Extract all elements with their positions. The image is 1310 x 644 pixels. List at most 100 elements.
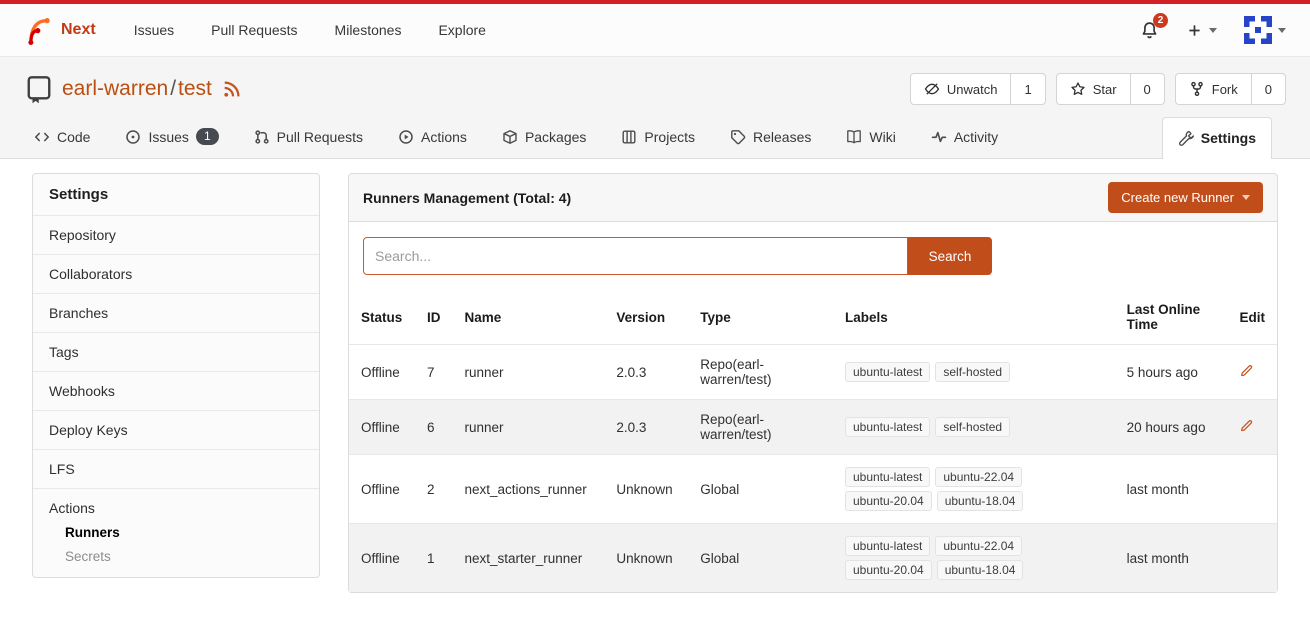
runner-status: Offline	[349, 400, 415, 455]
brand-home-link[interactable]: Next	[24, 15, 96, 45]
panel-header: Runners Management (Total: 4) Create new…	[348, 173, 1278, 222]
tab-projects[interactable]: Projects	[619, 117, 697, 158]
col-header-type: Type	[688, 290, 833, 345]
sidebar-item-deploy-keys[interactable]: Deploy Keys	[33, 410, 319, 449]
label-chip: ubuntu-latest	[845, 536, 930, 556]
edit-runner-button[interactable]	[1239, 363, 1254, 378]
tab-label: Activity	[954, 129, 998, 145]
runner-name: next_starter_runner	[452, 524, 604, 593]
tab-activity[interactable]: Activity	[929, 117, 1000, 158]
forks-count[interactable]: 0	[1251, 74, 1285, 104]
runner-id: 2	[415, 455, 453, 524]
runner-type: Global	[688, 524, 833, 593]
runner-labels: ubuntu-latest self-hosted	[845, 362, 1057, 382]
sidebar-item-runners[interactable]: Runners	[49, 516, 303, 540]
tab-label: Actions	[421, 129, 467, 145]
col-header-labels: Labels	[833, 290, 1115, 345]
repo-header: earl-warren/test Unwatch	[0, 57, 1310, 159]
create-new-runner-button[interactable]: Create new Runner	[1108, 182, 1263, 213]
tab-settings[interactable]: Settings	[1162, 117, 1272, 159]
unwatch-label: Unwatch	[947, 82, 998, 97]
sidebar-item-tags[interactable]: Tags	[33, 332, 319, 371]
tab-pull-requests[interactable]: Pull Requests	[252, 117, 365, 158]
page-title: Runners Management (Total: 4)	[363, 190, 571, 206]
label-chip: ubuntu-latest	[845, 467, 930, 487]
label-chip: ubuntu-20.04	[845, 491, 932, 511]
chevron-down-icon	[1278, 28, 1286, 33]
repo-icon	[24, 74, 54, 104]
nav-link-explore[interactable]: Explore	[438, 22, 485, 38]
runner-version: Unknown	[604, 524, 688, 593]
tab-releases[interactable]: Releases	[728, 117, 813, 158]
notifications-button[interactable]: 2	[1140, 21, 1159, 40]
runner-id: 7	[415, 345, 453, 400]
tab-label: Pull Requests	[277, 129, 363, 145]
runner-id: 1	[415, 524, 453, 593]
label-chip: self-hosted	[935, 417, 1010, 437]
chevron-down-icon	[1242, 195, 1250, 200]
rss-feed-icon[interactable]	[223, 80, 241, 98]
runner-version: 2.0.3	[604, 345, 688, 400]
runner-status: Offline	[349, 345, 415, 400]
search-input[interactable]	[363, 237, 908, 275]
tab-code[interactable]: Code	[32, 117, 92, 158]
stars-count[interactable]: 0	[1130, 74, 1164, 104]
issues-count-badge: 1	[196, 128, 219, 145]
sidebar-item-webhooks[interactable]: Webhooks	[33, 371, 319, 410]
repo-owner-link[interactable]: earl-warren	[62, 77, 168, 100]
repo-name-link[interactable]: test	[178, 77, 212, 100]
repo-title: earl-warren/test	[24, 74, 241, 104]
runner-labels: ubuntu-latest ubuntu-22.04 ubuntu-20.04 …	[845, 536, 1057, 580]
pulse-icon	[931, 129, 947, 145]
pencil-icon	[1239, 363, 1254, 378]
tab-issues[interactable]: Issues 1	[123, 117, 220, 158]
tab-label: Code	[57, 129, 90, 145]
runner-last-online: last month	[1115, 455, 1228, 524]
table-row: Offline 7 runner 2.0.3 Repo(earl-warren/…	[349, 345, 1277, 400]
brand-name: Next	[61, 21, 96, 39]
sidebar-item-actions[interactable]: Actions	[49, 500, 303, 516]
tools-icon	[1178, 130, 1194, 146]
col-header-status: Status	[349, 290, 415, 345]
table-row: Offline 6 runner 2.0.3 Repo(earl-warren/…	[349, 400, 1277, 455]
sidebar-item-branches[interactable]: Branches	[33, 293, 319, 332]
play-circle-icon	[398, 129, 414, 145]
edit-runner-button[interactable]	[1239, 418, 1254, 433]
notification-count-badge: 2	[1153, 13, 1168, 28]
nav-link-issues[interactable]: Issues	[134, 22, 174, 38]
runner-version: Unknown	[604, 455, 688, 524]
nav-link-pull-requests[interactable]: Pull Requests	[211, 22, 297, 38]
project-board-icon	[621, 129, 637, 145]
label-chip: ubuntu-18.04	[937, 560, 1024, 580]
tab-actions[interactable]: Actions	[396, 117, 469, 158]
label-chip: ubuntu-18.04	[937, 491, 1024, 511]
watchers-count[interactable]: 1	[1010, 74, 1044, 104]
fork-icon	[1189, 81, 1205, 97]
sidebar-group-actions: Actions Runners Secrets	[33, 488, 319, 577]
repo-separator: /	[170, 77, 176, 100]
book-icon	[846, 129, 862, 145]
eye-slash-icon	[924, 81, 940, 97]
tab-wiki[interactable]: Wiki	[844, 117, 897, 158]
runners-panel: Runners Management (Total: 4) Create new…	[348, 173, 1278, 593]
unwatch-button[interactable]: Unwatch	[911, 74, 1011, 104]
nav-link-milestones[interactable]: Milestones	[335, 22, 402, 38]
star-label: Star	[1093, 82, 1117, 97]
sidebar-item-collaborators[interactable]: Collaborators	[33, 254, 319, 293]
star-button-group: Star 0	[1056, 73, 1165, 105]
search-button[interactable]: Search	[908, 237, 992, 275]
runner-type: Repo(earl-warren/test)	[688, 400, 833, 455]
sidebar-item-repository[interactable]: Repository	[33, 215, 319, 254]
sidebar-header: Settings	[33, 174, 319, 215]
code-icon	[34, 129, 50, 145]
star-button[interactable]: Star	[1057, 74, 1130, 104]
tab-packages[interactable]: Packages	[500, 117, 588, 158]
fork-button[interactable]: Fork	[1176, 74, 1251, 104]
sidebar-item-lfs[interactable]: LFS	[33, 449, 319, 488]
runner-last-online: 20 hours ago	[1115, 400, 1228, 455]
create-new-menu[interactable]	[1186, 22, 1217, 39]
search-row: Search	[349, 222, 1277, 290]
sidebar-item-secrets[interactable]: Secrets	[49, 540, 303, 564]
tab-label: Settings	[1201, 130, 1256, 146]
user-menu[interactable]	[1244, 16, 1286, 44]
